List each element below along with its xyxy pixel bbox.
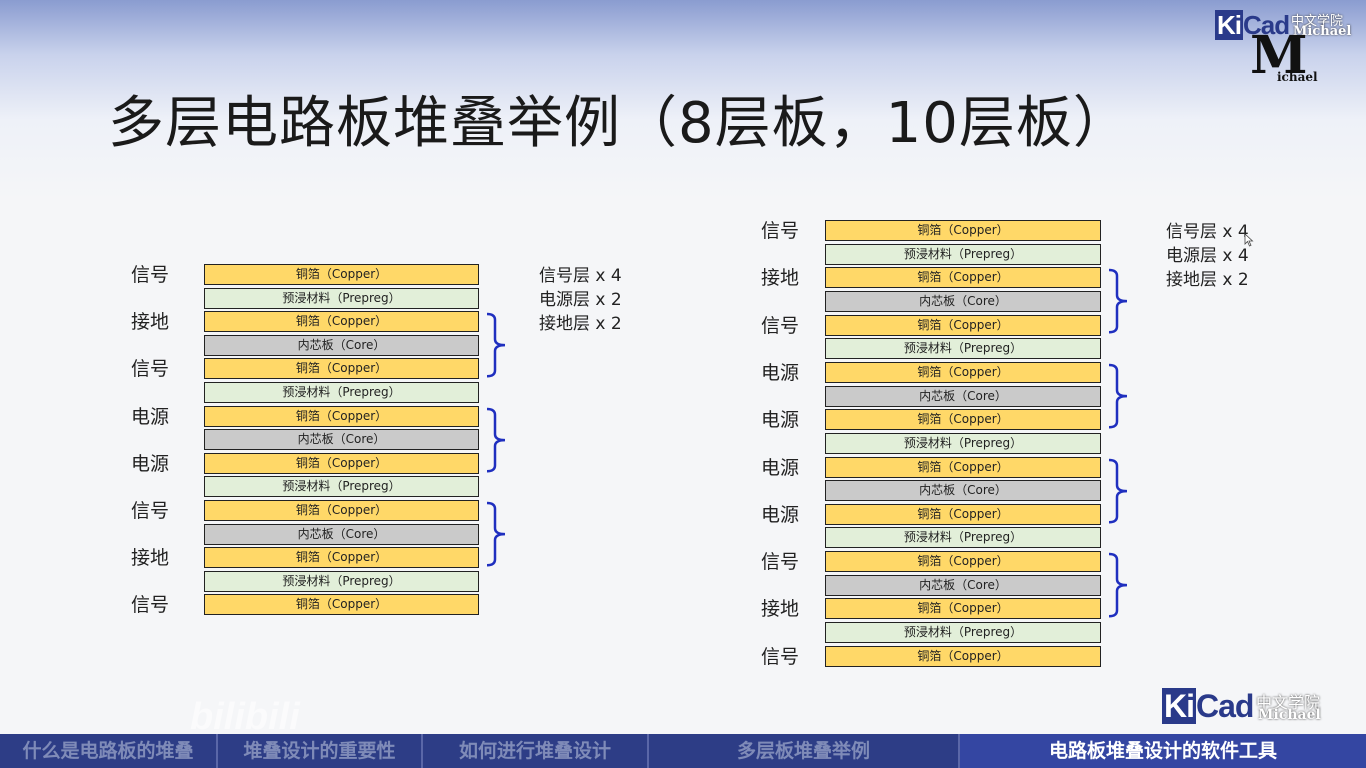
nav-item-what-is-stackup[interactable]: 什么是电路板的堆叠: [0, 734, 218, 768]
layer-copper: 铜箔（Copper）: [204, 264, 479, 285]
layer-function-label: 信号: [131, 594, 170, 617]
layer-function-label: 信号: [131, 358, 170, 381]
layer-prepreg: 预浸材料（Prepreg）: [825, 243, 1101, 265]
layer-function-label: 信号: [761, 645, 800, 668]
layer-function-label: 电源: [761, 456, 800, 479]
layer-copper: 铜箔（Copper）: [204, 311, 479, 333]
mouse-cursor-icon: [1244, 233, 1254, 247]
nav-item-importance[interactable]: 堆叠设计的重要性: [218, 734, 423, 768]
nav-item-software-tools[interactable]: 电路板堆叠设计的软件工具: [960, 734, 1366, 768]
nav-item-multilayer-examples[interactable]: 多层板堆叠举例: [649, 734, 960, 768]
layer-copper: 铜箔（Copper）: [204, 358, 479, 380]
layer-prepreg: 预浸材料（Prepreg）: [204, 382, 479, 403]
bilibili-watermark: bilibili: [190, 696, 300, 738]
layer-function-label: 电源: [761, 409, 800, 432]
summary-8-layer: 信号层 x 4 电源层 x 2 接地层 x 2: [539, 264, 622, 336]
layer-copper: 铜箔（Copper）: [204, 547, 479, 569]
layer-copper: 铜箔（Copper）: [825, 267, 1101, 289]
summary-line: 信号层 x 4: [1166, 222, 1249, 242]
layer-copper: 铜箔（Copper）: [204, 594, 479, 616]
layer-copper: 铜箔（Copper）: [825, 220, 1101, 241]
layer-function-label: 接地: [131, 311, 170, 334]
layer-function-label: 信号: [131, 500, 170, 522]
layer-core: 内芯板（Core）: [204, 334, 479, 356]
layer-function-label: 接地: [761, 267, 800, 290]
layer-function-label: 电源: [761, 361, 800, 384]
layer-function-label: 信号: [761, 314, 800, 337]
core-bracket: [1108, 363, 1128, 429]
core-bracket: [1108, 269, 1128, 334]
layer-core: 内芯板（Core）: [204, 429, 479, 451]
summary-line: 接地层 x 2: [1166, 270, 1249, 290]
summary-line: 接地层 x 2: [539, 314, 622, 334]
summary-10-layer: 信号层 x 4 电源层 x 4 接地层 x 2: [1166, 220, 1249, 292]
layer-copper: 铜箔（Copper）: [825, 314, 1101, 336]
layer-function-label: 信号: [761, 220, 800, 242]
layer-function-label: 接地: [761, 598, 800, 621]
core-bracket: [486, 312, 506, 378]
layer-function-label: 电源: [131, 405, 170, 428]
layer-prepreg: 预浸材料（Prepreg）: [204, 570, 479, 592]
layer-copper: 铜箔（Copper）: [825, 551, 1101, 573]
layer-prepreg: 预浸材料（Prepreg）: [204, 476, 479, 498]
layer-function-label: 信号: [131, 264, 170, 286]
layer-copper: 铜箔（Copper）: [825, 456, 1101, 478]
layer-copper: 铜箔（Copper）: [825, 409, 1101, 431]
layer-prepreg: 预浸材料（Prepreg）: [204, 287, 479, 309]
slide-title: 多层电路板堆叠举例（8层板，10层板）: [108, 91, 1130, 156]
layer-function-label: 信号: [761, 551, 800, 574]
layer-core: 内芯板（Core）: [825, 385, 1101, 407]
summary-line: 电源层 x 4: [1166, 246, 1249, 266]
core-bracket: [1108, 552, 1128, 618]
layer-copper: 铜箔（Copper）: [204, 500, 479, 521]
layer-copper: 铜箔（Copper）: [825, 503, 1101, 525]
layer-prepreg: 预浸材料（Prepreg）: [825, 527, 1101, 549]
layer-prepreg: 预浸材料（Prepreg）: [825, 338, 1101, 360]
layer-copper: 铜箔（Copper）: [825, 598, 1101, 620]
nav-item-how-to-design[interactable]: 如何进行堆叠设计: [423, 734, 649, 768]
kicad-ki: Ki: [1215, 10, 1243, 40]
michael-m-sub: ichael: [1277, 70, 1318, 84]
layer-core: 内芯板（Core）: [204, 523, 479, 545]
kicad-cad: Cad: [1196, 688, 1254, 724]
layer-function-label: 电源: [761, 503, 800, 526]
summary-line: 信号层 x 4: [539, 266, 622, 286]
layer-core: 内芯板（Core）: [825, 574, 1101, 596]
kicad-logo-top: KiCad 中文学院 Michael M ichael: [1215, 8, 1360, 88]
layer-core: 内芯板（Core）: [825, 480, 1101, 502]
kicad-ki: Ki: [1162, 688, 1196, 724]
layer-copper: 铜箔（Copper）: [825, 361, 1101, 383]
layer-copper: 铜箔（Copper）: [204, 405, 479, 427]
layer-core: 内芯板（Core）: [825, 290, 1101, 312]
summary-line: 电源层 x 2: [539, 290, 622, 310]
layer-prepreg: 预浸材料（Prepreg）: [825, 622, 1101, 644]
core-bracket: [486, 407, 506, 473]
layer-copper: 铜箔（Copper）: [825, 645, 1101, 667]
core-bracket: [1108, 458, 1128, 524]
logo-michael-text: Michael: [1258, 707, 1321, 723]
layer-copper: 铜箔（Copper）: [204, 452, 479, 474]
layer-function-label: 接地: [131, 547, 170, 570]
layer-prepreg: 预浸材料（Prepreg）: [825, 432, 1101, 454]
core-bracket: [486, 501, 506, 567]
chapter-nav-bar: 什么是电路板的堆叠 堆叠设计的重要性 如何进行堆叠设计 多层板堆叠举例 电路板堆…: [0, 734, 1366, 768]
layer-function-label: 电源: [131, 452, 170, 475]
kicad-logo-bottom: KiCad 中文学院 Michael: [1162, 688, 1352, 728]
kicad-wordmark: KiCad: [1162, 688, 1254, 725]
